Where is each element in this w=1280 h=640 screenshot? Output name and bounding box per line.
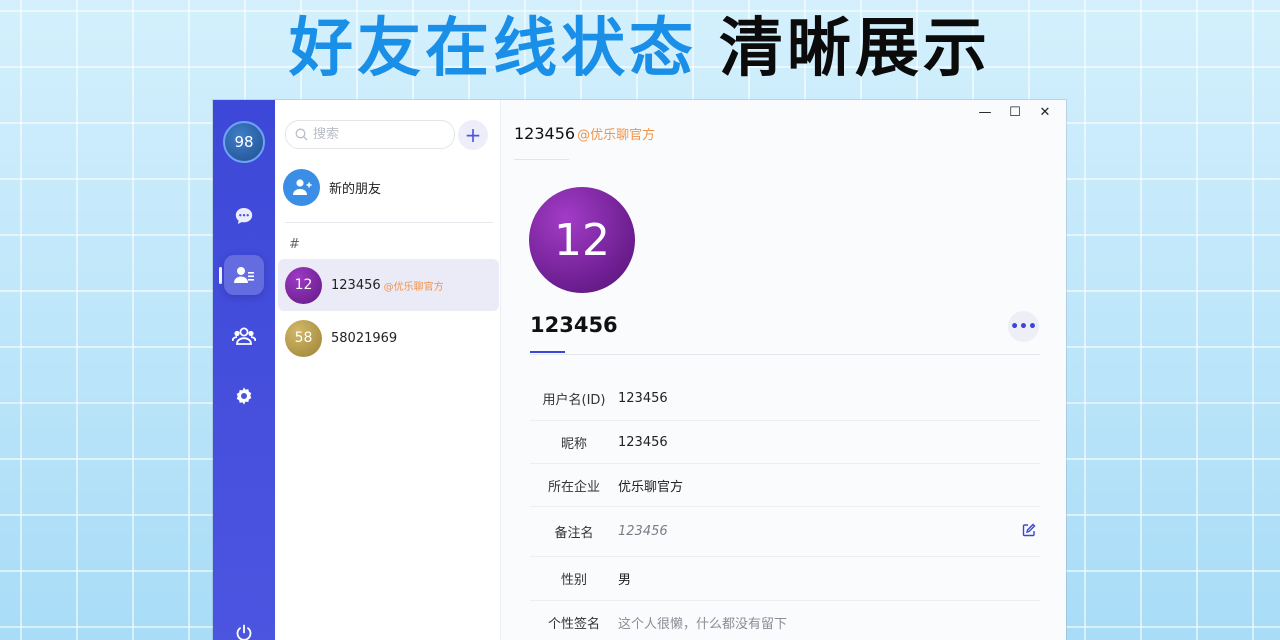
field-row-signature: 个性签名 这个人很懒，什么都没有留下 xyxy=(530,601,1040,640)
header-divider xyxy=(514,159,569,160)
contact-avatar: 12 xyxy=(285,266,322,304)
remark-value[interactable]: 123456 xyxy=(618,524,668,539)
field-label: 个性签名 xyxy=(547,616,600,632)
divider xyxy=(285,222,493,223)
contact-detail-panel: — ☐ ✕ 123456 @优乐聊官方 12 123456 ••• 用户名(ID)… xyxy=(501,100,1066,640)
power-icon xyxy=(236,624,252,640)
add-contact-button[interactable]: + xyxy=(458,120,488,150)
profile-name: 123456 xyxy=(530,313,618,337)
active-indicator xyxy=(219,267,222,284)
nav-rail: 98 xyxy=(213,100,275,640)
minimize-button[interactable]: — xyxy=(970,102,1000,122)
name-divider xyxy=(530,354,1040,355)
headline-rest: 清晰展示 xyxy=(719,12,991,86)
nav-chat[interactable] xyxy=(224,196,264,236)
new-friends-label: 新的朋友 xyxy=(329,181,382,197)
detail-title: 123456 xyxy=(514,124,576,143)
nav-groups[interactable] xyxy=(224,316,264,356)
edit-icon[interactable] xyxy=(1022,522,1036,541)
my-avatar[interactable]: 98 xyxy=(223,121,265,163)
chat-bubble-icon xyxy=(235,208,253,224)
field-value: 男 xyxy=(618,573,632,588)
nav-contacts[interactable] xyxy=(224,255,264,295)
field-label: 所在企业 xyxy=(547,479,600,495)
close-button[interactable]: ✕ xyxy=(1030,102,1060,122)
add-user-icon xyxy=(283,168,320,206)
field-label: 昵称 xyxy=(560,436,587,452)
field-value: 这个人很懒，什么都没有留下 xyxy=(618,616,788,632)
field-value: 123456 xyxy=(618,391,668,406)
field-row-id: 用户名(ID) 123456 xyxy=(530,377,1040,421)
contacts-panel: + 新的朋友 # 12 123456 @优乐聊官方 58 58021969 xyxy=(275,100,501,640)
profile-avatar: 12 xyxy=(529,187,635,293)
nav-power[interactable] xyxy=(224,613,264,640)
field-value: 优乐聊官方 xyxy=(618,479,684,495)
field-row-gender: 性别 男 xyxy=(530,557,1040,601)
search-icon xyxy=(295,128,308,141)
new-friends-item[interactable]: 新的朋友 xyxy=(283,168,493,206)
group-icon xyxy=(232,327,256,345)
nav-settings[interactable] xyxy=(224,376,264,416)
contact-avatar: 58 xyxy=(285,319,322,357)
more-options-button[interactable]: ••• xyxy=(1008,311,1039,342)
contact-name: 58021969 xyxy=(331,330,398,346)
search-box[interactable] xyxy=(285,120,455,149)
gear-icon xyxy=(236,387,252,405)
contacts-icon xyxy=(234,267,254,283)
maximize-button[interactable]: ☐ xyxy=(1000,102,1030,122)
field-value: 123456 xyxy=(618,434,668,450)
field-label: 用户名(ID) xyxy=(542,393,606,408)
field-label: 备注名 xyxy=(554,526,594,541)
app-window: 98 搜索 + 新的朋友 # 12 123456 @优乐聊官方 58 58021… xyxy=(213,100,1066,640)
detail-header: 123456 @优乐聊官方 xyxy=(514,124,655,143)
contact-org: @优乐聊官方 xyxy=(383,281,444,293)
field-row-nickname: 昵称 123456 xyxy=(530,421,1040,464)
detail-title-org: @优乐聊官方 xyxy=(577,128,656,143)
headline-highlight: 好友在线状态 xyxy=(289,12,697,86)
contact-name: 123456 xyxy=(331,277,381,293)
field-row-remark: 备注名 123456 xyxy=(530,507,1040,557)
name-underline xyxy=(530,351,565,353)
promo-headline: 好友在线状态 清晰展示 xyxy=(0,4,1280,86)
section-letter: # xyxy=(289,237,300,252)
field-row-company: 所在企业 优乐聊官方 xyxy=(530,464,1040,507)
search-input[interactable] xyxy=(313,127,443,142)
field-label: 性别 xyxy=(560,573,587,588)
contact-item[interactable]: 58 58021969 xyxy=(278,312,499,364)
window-controls: — ☐ ✕ xyxy=(970,102,1060,122)
contact-item[interactable]: 12 123456 @优乐聊官方 xyxy=(278,259,499,311)
